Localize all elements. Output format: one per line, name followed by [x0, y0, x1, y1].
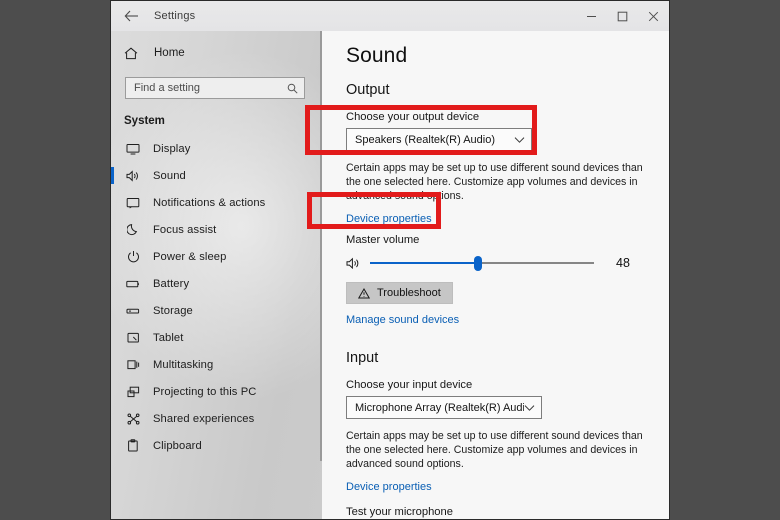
sidebar-item-label: Display	[153, 142, 191, 155]
back-arrow-icon[interactable]	[114, 3, 148, 29]
input-description: Certain apps may be set up to use differ…	[346, 430, 643, 470]
chevron-down-icon	[514, 136, 525, 144]
battery-icon	[124, 279, 142, 289]
troubleshoot-button[interactable]: Troubleshoot	[346, 282, 453, 304]
multitasking-icon	[124, 359, 142, 371]
speaker-icon	[124, 169, 142, 182]
sidebar-home-label: Home	[154, 47, 185, 59]
sidebar-item-focus-assist[interactable]: Focus assist	[111, 216, 322, 243]
main-content: Sound Output Choose your output device S…	[322, 31, 669, 519]
sidebar-item-notifications[interactable]: Notifications & actions	[111, 189, 322, 216]
input-device-properties-link[interactable]: Device properties	[346, 481, 432, 493]
clipboard-icon	[124, 439, 142, 452]
projecting-icon	[124, 386, 142, 398]
sidebar-item-tablet[interactable]: Tablet	[111, 324, 322, 351]
window-controls	[576, 1, 669, 31]
sidebar-item-multitasking[interactable]: Multitasking	[111, 351, 322, 378]
search-placeholder: Find a setting	[134, 82, 201, 94]
sidebar-item-label: Projecting to this PC	[153, 385, 257, 398]
sidebar-item-label: Battery	[153, 277, 190, 290]
sidebar-item-projecting[interactable]: Projecting to this PC	[111, 378, 322, 405]
input-device-select[interactable]: Microphone Array (Realtek(R) Audio)	[346, 396, 542, 419]
sidebar-item-label: Focus assist	[153, 223, 217, 236]
input-device-label: Choose your input device	[346, 379, 473, 391]
minimize-icon[interactable]	[576, 1, 607, 31]
storage-icon	[124, 306, 142, 316]
sidebar-item-label: Clipboard	[153, 439, 202, 452]
close-icon[interactable]	[638, 1, 669, 31]
sidebar-item-label: Shared experiences	[153, 412, 255, 425]
sidebar-item-label: Power & sleep	[153, 250, 227, 263]
slider-thumb[interactable]	[473, 256, 482, 271]
monitor-icon	[124, 143, 142, 155]
sidebar-item-battery[interactable]: Battery	[111, 270, 322, 297]
sidebar-item-clipboard[interactable]: Clipboard	[111, 432, 322, 459]
sidebar-item-storage[interactable]: Storage	[111, 297, 322, 324]
page-title: Sound	[346, 44, 408, 67]
home-icon	[124, 47, 140, 60]
maximize-icon[interactable]	[607, 1, 638, 31]
sidebar-item-label: Sound	[153, 169, 186, 182]
test-microphone-label: Test your microphone	[346, 506, 453, 518]
window-body: Home Find a setting System Display Sound…	[111, 31, 669, 519]
master-volume-row: 48	[346, 255, 636, 271]
sidebar-item-label: Notifications & actions	[153, 196, 266, 209]
output-device-select[interactable]: Speakers (Realtek(R) Audio)	[346, 128, 532, 151]
slider-fill	[370, 262, 478, 264]
chevron-down-icon	[524, 404, 535, 412]
settings-window: Settings Home Find a setting System Disp…	[110, 0, 670, 520]
sidebar-item-label: Tablet	[153, 331, 184, 344]
output-device-label: Choose your output device	[346, 111, 480, 123]
master-volume-slider[interactable]	[370, 255, 594, 271]
troubleshoot-label: Troubleshoot	[377, 287, 441, 299]
input-section-heading: Input	[346, 350, 379, 366]
output-device-properties-link[interactable]: Device properties	[346, 213, 432, 225]
sidebar-nav-list: Display Sound Notifications & actions Fo…	[111, 135, 322, 459]
master-volume-value: 48	[616, 256, 630, 270]
sidebar-item-home[interactable]: Home	[111, 39, 322, 67]
title-bar: Settings	[111, 1, 669, 31]
speaker-icon[interactable]	[346, 257, 364, 270]
sidebar-item-shared-experiences[interactable]: Shared experiences	[111, 405, 322, 432]
sidebar: Home Find a setting System Display Sound…	[111, 31, 322, 519]
window-title: Settings	[154, 10, 196, 22]
power-icon	[124, 250, 142, 263]
warning-triangle-icon	[358, 287, 370, 299]
sidebar-item-power-sleep[interactable]: Power & sleep	[111, 243, 322, 270]
notification-icon	[124, 197, 142, 209]
sidebar-item-label: Multitasking	[153, 358, 214, 371]
master-volume-label: Master volume	[346, 234, 420, 246]
shared-icon	[124, 413, 142, 425]
output-section-heading: Output	[346, 82, 390, 98]
input-device-value: Microphone Array (Realtek(R) Audio)	[355, 401, 524, 414]
sidebar-item-sound[interactable]: Sound	[111, 162, 322, 189]
search-input[interactable]: Find a setting	[125, 77, 305, 99]
output-device-value: Speakers (Realtek(R) Audio)	[355, 133, 496, 146]
sidebar-item-display[interactable]: Display	[111, 135, 322, 162]
screenshot-root: Settings Home Find a setting System Disp…	[0, 0, 780, 520]
sidebar-group-title: System	[124, 115, 165, 127]
moon-icon	[124, 223, 142, 236]
output-description: Certain apps may be set up to use differ…	[346, 162, 643, 202]
tablet-icon	[124, 332, 142, 344]
sidebar-item-label: Storage	[153, 304, 193, 317]
search-icon	[287, 83, 298, 94]
manage-sound-devices-link[interactable]: Manage sound devices	[346, 314, 459, 326]
